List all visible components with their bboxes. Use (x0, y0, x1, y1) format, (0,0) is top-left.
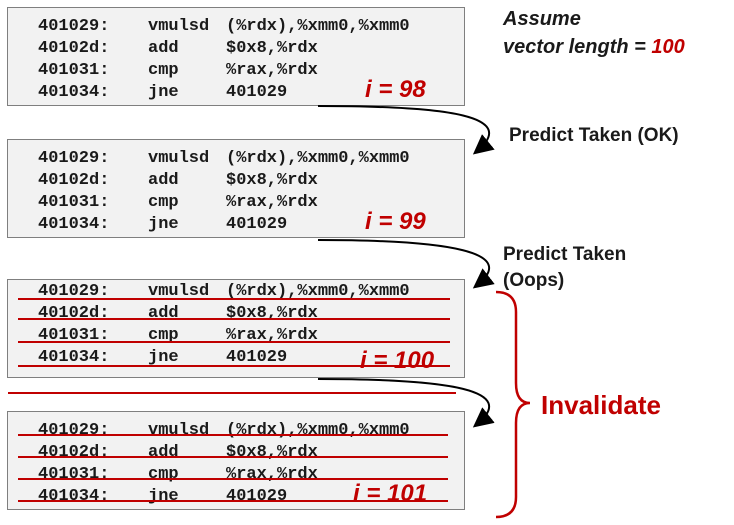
flow-arrow (317, 239, 495, 289)
invalidate-brace (495, 290, 531, 519)
diagram-overlay (317, 105, 531, 519)
flow-arrow (317, 105, 495, 155)
flow-arrow (317, 378, 495, 428)
